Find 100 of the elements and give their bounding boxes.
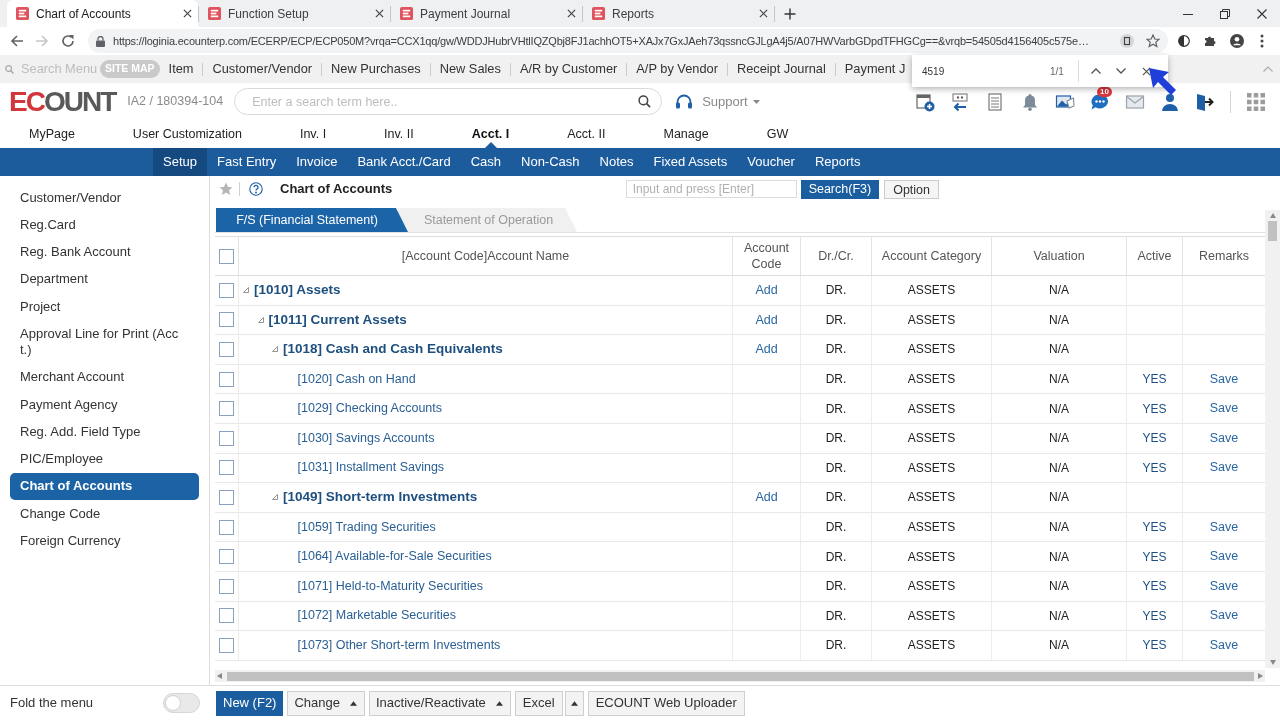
account-link[interactable]: [1072] Marketable Securities <box>297 606 456 626</box>
tray-arrow-icon[interactable] <box>950 91 970 112</box>
sub-nav-tab[interactable]: Reports <box>804 148 871 176</box>
checkbox[interactable] <box>219 549 234 565</box>
install-page-icon[interactable] <box>1120 34 1134 48</box>
toggle-switch[interactable] <box>163 693 200 713</box>
account-link[interactable]: [1059] Trading Securities <box>297 517 436 537</box>
star-icon[interactable] <box>219 182 233 196</box>
horizontal-scrollbar[interactable] <box>215 670 1265 682</box>
scrollbar-thumb[interactable] <box>227 671 1254 681</box>
quick-menu-link[interactable]: New Sales <box>430 59 510 79</box>
account-link[interactable]: [1029] Checking Accounts <box>297 399 443 419</box>
vertical-scrollbar[interactable] <box>1265 210 1280 668</box>
checkbox[interactable] <box>219 401 234 417</box>
add-link[interactable]: Add <box>755 280 778 300</box>
triangle-icon[interactable] <box>272 494 278 501</box>
sidebar-item[interactable]: Customer/Vendor <box>10 184 199 212</box>
bell-icon[interactable] <box>1020 91 1040 112</box>
browser-tab[interactable]: Chart of Accounts <box>7 0 198 27</box>
dropdown-button[interactable]: Change <box>287 690 365 716</box>
checkbox[interactable] <box>219 430 234 446</box>
header-search-field[interactable]: Enter a search term here.. <box>234 88 663 115</box>
ecount-logo[interactable]: ECOUNT <box>9 87 116 116</box>
nav-tab[interactable]: Inv. I <box>270 120 356 148</box>
account-link[interactable]: [1064] Available-for-Sale Securities <box>297 547 492 566</box>
account-link[interactable]: [1073] Other Short-term Investments <box>297 636 501 655</box>
chevron-up-icon[interactable] <box>1090 68 1101 74</box>
account-link[interactable]: [1049] Short-term Investments <box>283 487 478 508</box>
close-icon[interactable] <box>567 9 576 18</box>
scroll-left-icon[interactable] <box>217 673 222 679</box>
nav-tab[interactable]: Inv. II <box>355 120 443 148</box>
search-icon[interactable] <box>638 95 652 108</box>
triangle-icon[interactable] <box>272 346 278 353</box>
nav-tab[interactable]: Acct. I <box>442 120 539 148</box>
sidebar-item[interactable]: Reg. Bank Account <box>10 238 199 266</box>
chevron-down-icon[interactable] <box>1115 68 1126 74</box>
find-field[interactable]: 4519 <box>922 63 1046 79</box>
save-link[interactable]: Save <box>1209 547 1239 566</box>
quick-menu-link[interactable]: Item <box>159 59 203 79</box>
add-link[interactable]: Add <box>755 340 778 359</box>
close-icon[interactable] <box>183 9 192 18</box>
new-button[interactable]: New (F2) <box>216 690 284 716</box>
document-list-icon[interactable] <box>985 91 1005 112</box>
sub-nav-tab[interactable]: Voucher <box>737 148 805 176</box>
sub-nav-tab[interactable]: Invoice <box>286 148 348 176</box>
checkbox[interactable] <box>219 608 234 624</box>
sidebar-item[interactable]: Reg.Card <box>10 211 199 239</box>
checkbox[interactable] <box>219 282 234 298</box>
search-input[interactable]: Input and press [Enter] <box>625 180 797 198</box>
sidebar-item[interactable]: Reg. Add. Field Type <box>10 418 199 446</box>
quick-menu-link[interactable]: Customer/Vendor <box>203 59 322 79</box>
close-icon[interactable] <box>1141 66 1151 76</box>
checkbox[interactable] <box>219 248 234 264</box>
nav-tab[interactable]: GW <box>737 120 818 148</box>
person-icon[interactable] <box>1160 91 1180 112</box>
checkbox[interactable] <box>219 312 234 328</box>
sidebar-item[interactable]: Approval Line for Print (Acct.) <box>10 320 199 364</box>
close-icon[interactable] <box>759 9 768 18</box>
account-link[interactable]: [1020] Cash on Hand <box>297 369 416 389</box>
scroll-down-icon[interactable] <box>1269 660 1276 665</box>
close-icon[interactable] <box>1256 8 1267 19</box>
calendar-add-icon[interactable] <box>915 91 935 112</box>
quick-menu-link[interactable]: A/R by Customer <box>510 59 627 79</box>
scroll-right-icon[interactable] <box>1258 673 1263 679</box>
sidebar-item[interactable]: Foreign Currency <box>10 527 199 555</box>
sidebar-item[interactable]: Payment Agency <box>10 390 199 419</box>
logout-icon[interactable] <box>1195 91 1215 112</box>
sidebar-item[interactable]: Chart of Accounts <box>10 472 199 501</box>
sub-nav-tab[interactable]: Bank Acct./Card <box>347 148 461 176</box>
star-icon[interactable] <box>1146 34 1160 48</box>
restore-icon[interactable] <box>1219 8 1230 19</box>
save-link[interactable]: Save <box>1209 576 1239 596</box>
checkbox[interactable] <box>219 371 234 387</box>
nav-tab[interactable]: User Customization <box>103 120 271 148</box>
close-icon[interactable] <box>375 9 384 18</box>
profile-icon[interactable] <box>1230 34 1244 48</box>
checkbox[interactable] <box>219 489 234 505</box>
search-button[interactable]: Search(F3) <box>800 179 880 199</box>
sub-nav-tab[interactable]: Fixed Assets <box>643 148 738 176</box>
uploader-button[interactable]: ECOUNT Web Uploader <box>587 690 745 716</box>
option-button[interactable]: Option <box>884 179 939 199</box>
nav-tab[interactable]: MyPage <box>0 120 104 148</box>
forward-icon[interactable] <box>35 34 49 48</box>
dropdown-button[interactable]: Inactive/Reactivate <box>369 690 511 716</box>
add-link[interactable]: Add <box>755 310 778 330</box>
save-link[interactable]: Save <box>1209 517 1239 537</box>
half-circle-icon[interactable] <box>1178 35 1190 47</box>
account-link[interactable]: [1031] Installment Savings <box>297 458 445 478</box>
nav-tab[interactable]: Acct. II <box>538 120 635 148</box>
account-link[interactable]: [1010] Assets <box>254 280 341 301</box>
quick-menu-link[interactable]: New Purchases <box>322 59 430 79</box>
account-link[interactable]: [1071] Held-to-Maturity Securities <box>297 576 483 596</box>
sub-nav-tab[interactable]: Setup <box>153 148 207 176</box>
account-link[interactable]: [1030] Savings Accounts <box>297 428 435 448</box>
sub-nav-tab[interactable]: Fast Entry <box>207 148 287 176</box>
add-link[interactable]: Add <box>755 488 778 507</box>
checkbox[interactable] <box>219 342 234 357</box>
sidebar-item[interactable]: PIC/Employee <box>10 445 199 473</box>
quick-menu-link[interactable]: A/P by Vendor <box>627 59 727 79</box>
sidebar-item[interactable]: Department <box>10 265 199 294</box>
